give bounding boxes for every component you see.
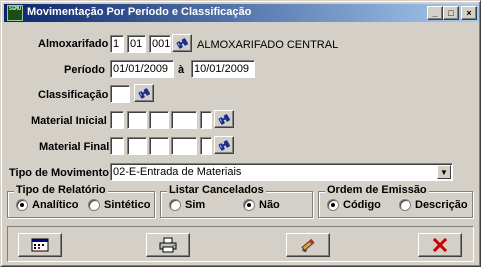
material-inicial-field-5[interactable] <box>200 111 212 129</box>
dropdown-arrow[interactable]: ▼ <box>437 165 451 179</box>
ordem-emissao-group: Ordem de Emissão Código Descrição <box>318 184 473 218</box>
radio-sim[interactable]: Sim <box>169 199 205 211</box>
calendar-icon <box>31 238 49 252</box>
radio-dot-checked <box>327 199 339 211</box>
almoxarifado-field-3[interactable]: 001 <box>149 35 171 53</box>
maximize-button[interactable]: □ <box>443 6 459 20</box>
material-inicial-field-2[interactable] <box>127 111 147 129</box>
app-icon: SGMU <box>7 5 23 21</box>
material-final-label: Material Final <box>39 141 110 153</box>
material-inicial-field-3[interactable] <box>149 111 169 129</box>
binoculars-icon <box>138 88 150 99</box>
radio-codigo[interactable]: Código <box>327 199 381 211</box>
radio-codigo-label: Código <box>343 199 381 211</box>
almoxarifado-description: ALMOXARIFADO CENTRAL <box>197 39 339 51</box>
radio-sintetico[interactable]: Sintético <box>88 199 150 211</box>
material-final-field-5[interactable] <box>200 137 212 155</box>
window-close-button[interactable]: × <box>461 6 477 20</box>
printer-icon <box>159 237 177 253</box>
tipo-movimento-selected: 02-E-Entrada de Materiais <box>113 166 242 178</box>
bottom-toolbar <box>7 226 474 262</box>
radio-descricao-label: Descrição <box>415 199 468 211</box>
radio-nao-label: Não <box>259 199 280 211</box>
exit-button[interactable] <box>418 233 462 257</box>
radio-analitico-label: Analítico <box>32 199 79 211</box>
eraser-icon <box>301 238 315 253</box>
periodo-start-field[interactable]: 01/01/2009 <box>110 60 174 78</box>
radio-dot <box>88 199 100 211</box>
material-final-field-3[interactable] <box>149 137 169 155</box>
material-final-search-button[interactable] <box>214 136 234 154</box>
binoculars-icon <box>218 114 230 125</box>
tipo-movimento-select[interactable]: 02-E-Entrada de Materiais ▼ <box>110 163 453 181</box>
chevron-down-icon: ▼ <box>440 167 448 177</box>
calendar-button[interactable] <box>18 233 62 257</box>
listar-cancelados-title: Listar Cancelados <box>167 184 266 196</box>
radio-dot-checked <box>243 199 255 211</box>
almoxarifado-field-2[interactable]: 01 <box>127 35 146 53</box>
report-window: SGMU Movimentação Por Período e Classifi… <box>0 0 481 267</box>
tipo-relatorio-title: Tipo de Relatório <box>14 184 108 196</box>
title-bar[interactable]: SGMU Movimentação Por Período e Classifi… <box>4 4 479 22</box>
window-title: Movimentação Por Período e Classificação <box>27 6 252 18</box>
classificacao-field[interactable] <box>110 85 130 103</box>
binoculars-icon <box>218 140 230 151</box>
material-inicial-search-button[interactable] <box>214 110 234 128</box>
almoxarifado-label: Almoxarifado <box>38 38 109 50</box>
almoxarifado-field-1[interactable]: 1 <box>110 35 124 53</box>
periodo-separator: à <box>178 64 185 76</box>
radio-nao[interactable]: Não <box>243 199 280 211</box>
radio-analitico[interactable]: Analítico <box>16 199 78 211</box>
radio-sintetico-label: Sintético <box>104 199 151 211</box>
material-inicial-field-4[interactable] <box>171 111 197 129</box>
listar-cancelados-group: Listar Cancelados Sim Não <box>160 184 313 218</box>
almoxarifado-search-button[interactable] <box>172 34 192 52</box>
material-inicial-field-1[interactable] <box>110 111 124 129</box>
classificacao-search-button[interactable] <box>134 84 154 102</box>
periodo-end-field[interactable]: 10/01/2009 <box>191 60 255 78</box>
material-final-field-1[interactable] <box>110 137 124 155</box>
print-button[interactable] <box>146 233 190 257</box>
material-final-field-2[interactable] <box>127 137 147 155</box>
ordem-emissao-title: Ordem de Emissão <box>325 184 429 196</box>
radio-sim-label: Sim <box>185 199 206 211</box>
minimize-button[interactable]: _ <box>427 6 443 20</box>
material-final-field-4[interactable] <box>171 137 197 155</box>
tipo-movimento-label: Tipo de Movimento <box>9 167 110 179</box>
radio-descricao[interactable]: Descrição <box>399 199 468 211</box>
radio-dot <box>399 199 411 211</box>
radio-dot <box>169 199 181 211</box>
radio-dot-checked <box>16 199 28 211</box>
periodo-label: Período <box>64 64 105 76</box>
classificacao-label: Classificação <box>38 89 109 101</box>
close-icon <box>433 238 447 252</box>
material-inicial-label: Material Inicial <box>31 115 107 127</box>
tipo-relatorio-group: Tipo de Relatório Analítico Sintético <box>7 184 155 218</box>
binoculars-icon <box>176 38 188 49</box>
clear-button[interactable] <box>286 233 330 257</box>
